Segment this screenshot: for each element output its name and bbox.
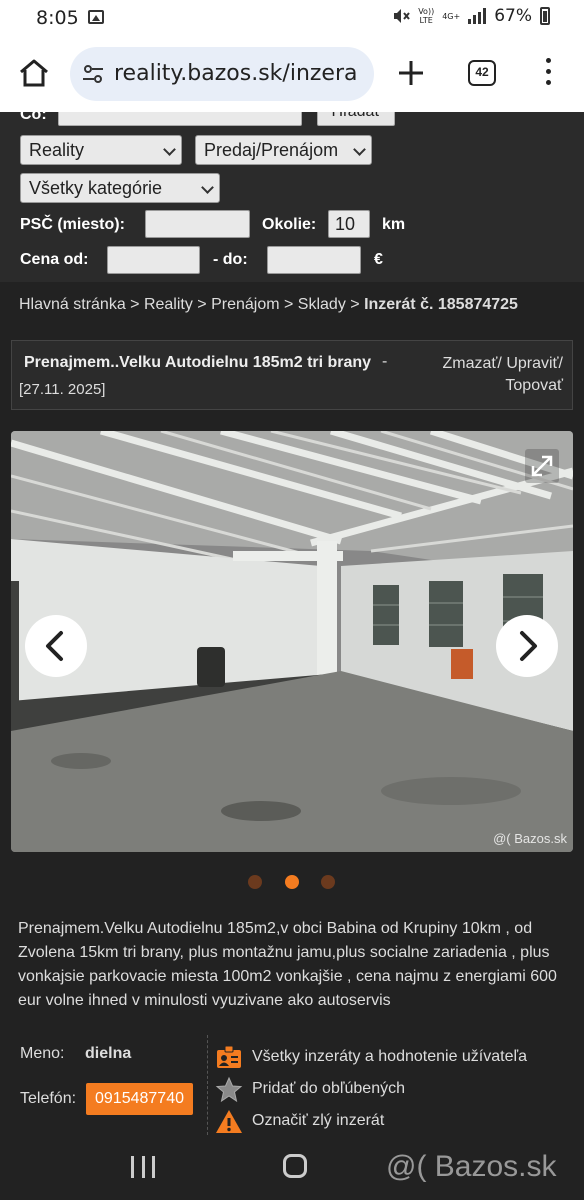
battery-icon <box>540 7 550 25</box>
category-select[interactable]: Všetky kategórie <box>20 173 220 203</box>
price-to-label: - do: <box>213 251 248 268</box>
photo-dot[interactable] <box>321 875 335 889</box>
chevron-left-icon <box>46 631 63 661</box>
okolie-label: Okolie: <box>262 216 317 233</box>
price-to-input[interactable] <box>267 246 361 274</box>
home-icon[interactable] <box>18 58 50 88</box>
system-navigation-bar: @( Bazos.sk <box>0 1140 584 1200</box>
photo-pagination <box>0 874 584 890</box>
next-photo-button[interactable] <box>496 615 558 677</box>
status-icons: Vo)) LTE 4G+ 67% <box>392 6 550 26</box>
mute-icon <box>394 9 410 23</box>
address-bar[interactable]: reality.bazos.sk/inzera <box>70 47 374 101</box>
user-card-icon <box>217 1045 241 1068</box>
okolie-input[interactable]: 10 <box>328 210 370 238</box>
status-bar: 8:05 Vo)) LTE 4G+ 67% <box>0 0 584 36</box>
gallery-notification-icon <box>88 10 104 24</box>
chevron-right-icon <box>520 631 537 661</box>
signal-icon <box>468 8 487 24</box>
site-settings-icon[interactable] <box>82 64 104 84</box>
chevron-down-icon <box>201 181 214 194</box>
photo-watermark: @( Bazos.sk <box>493 831 567 846</box>
phone-label: Telefón: <box>20 1090 77 1107</box>
photo-dot[interactable] <box>248 875 262 889</box>
clock: 8:05 <box>36 7 79 29</box>
user-listings-label: Všetky inzeráty a hodnotenie užívateľa <box>252 1048 528 1065</box>
title-separator: - <box>382 353 388 370</box>
garage-photo <box>11 431 573 852</box>
battery-percent: 67% <box>494 6 532 26</box>
home-button-icon[interactable] <box>283 1154 307 1178</box>
recent-apps-icon[interactable] <box>131 1156 155 1178</box>
search-panel: Čo: Hľadať Reality Predaj/Prenájom Všetk… <box>0 112 584 282</box>
tab-switcher-button[interactable]: 42 <box>468 60 496 86</box>
new-tab-icon[interactable] <box>396 58 426 88</box>
listing-actions[interactable]: Zmazať/ Upraviť/ Topovať <box>443 353 563 397</box>
report-listing-label: Označiť zlý inzerát <box>252 1112 385 1129</box>
listing-header: Prenajmem..Velku Autodielnu 185m2 tri br… <box>11 340 573 410</box>
add-favorite-label: Pridať do obľúbených <box>252 1080 405 1097</box>
warning-icon <box>216 1110 242 1133</box>
photo-dot[interactable] <box>285 875 299 889</box>
price-from-input[interactable] <box>107 246 200 274</box>
chevron-down-icon <box>353 143 366 156</box>
listing-title: Prenajmem..Velku Autodielnu 185m2 tri br… <box>24 354 372 371</box>
psc-label: PSČ (miesto): <box>20 216 125 233</box>
url-text: reality.bazos.sk/inzera <box>114 61 358 86</box>
browser-toolbar: reality.bazos.sk/inzera 42 <box>0 36 584 112</box>
breadcrumb-current: Inzerát č. 185874725 <box>364 296 518 313</box>
breadcrumb: Hlavná stránka > Reality > Prenájom > Sk… <box>19 296 518 314</box>
star-icon <box>215 1076 243 1103</box>
previous-photo-button[interactable] <box>25 615 87 677</box>
listing-photo[interactable]: @( Bazos.sk <box>11 431 573 852</box>
more-menu-icon[interactable] <box>545 58 553 88</box>
okolie-unit: km <box>382 216 406 233</box>
listing-description: Prenajmem.Velku Autodielnu 185m2,v obci … <box>18 920 557 1009</box>
listing-date: [27.11. 2025] <box>19 381 106 398</box>
price-from-label: Cena od: <box>20 251 89 268</box>
name-value: dielna <box>85 1045 132 1062</box>
type-select[interactable]: Predaj/Prenájom <box>195 135 372 165</box>
section-select[interactable]: Reality <box>20 135 182 165</box>
breadcrumb-path[interactable]: Hlavná stránka > Reality > Prenájom > Sk… <box>19 296 364 313</box>
chevron-down-icon <box>163 143 176 156</box>
currency-label: € <box>374 251 383 268</box>
network-type: 4G+ <box>442 11 461 21</box>
contact-divider <box>207 1035 208 1135</box>
search-button[interactable]: Hľadať <box>317 112 395 126</box>
name-label: Meno: <box>20 1045 65 1062</box>
keyword-input[interactable] <box>58 112 302 126</box>
volte-indicator: Vo)) LTE <box>418 7 435 25</box>
phone-button[interactable]: 0915487740 <box>86 1083 193 1115</box>
listing-actions-line1[interactable]: Zmazať/ Upraviť/ <box>443 353 563 375</box>
site-watermark: @( Bazos.sk <box>386 1150 557 1183</box>
listing-actions-line2[interactable]: Topovať <box>443 375 563 397</box>
expand-icon[interactable] <box>525 449 559 483</box>
psc-input[interactable] <box>145 210 250 238</box>
keyword-label: Čo: <box>20 112 47 123</box>
